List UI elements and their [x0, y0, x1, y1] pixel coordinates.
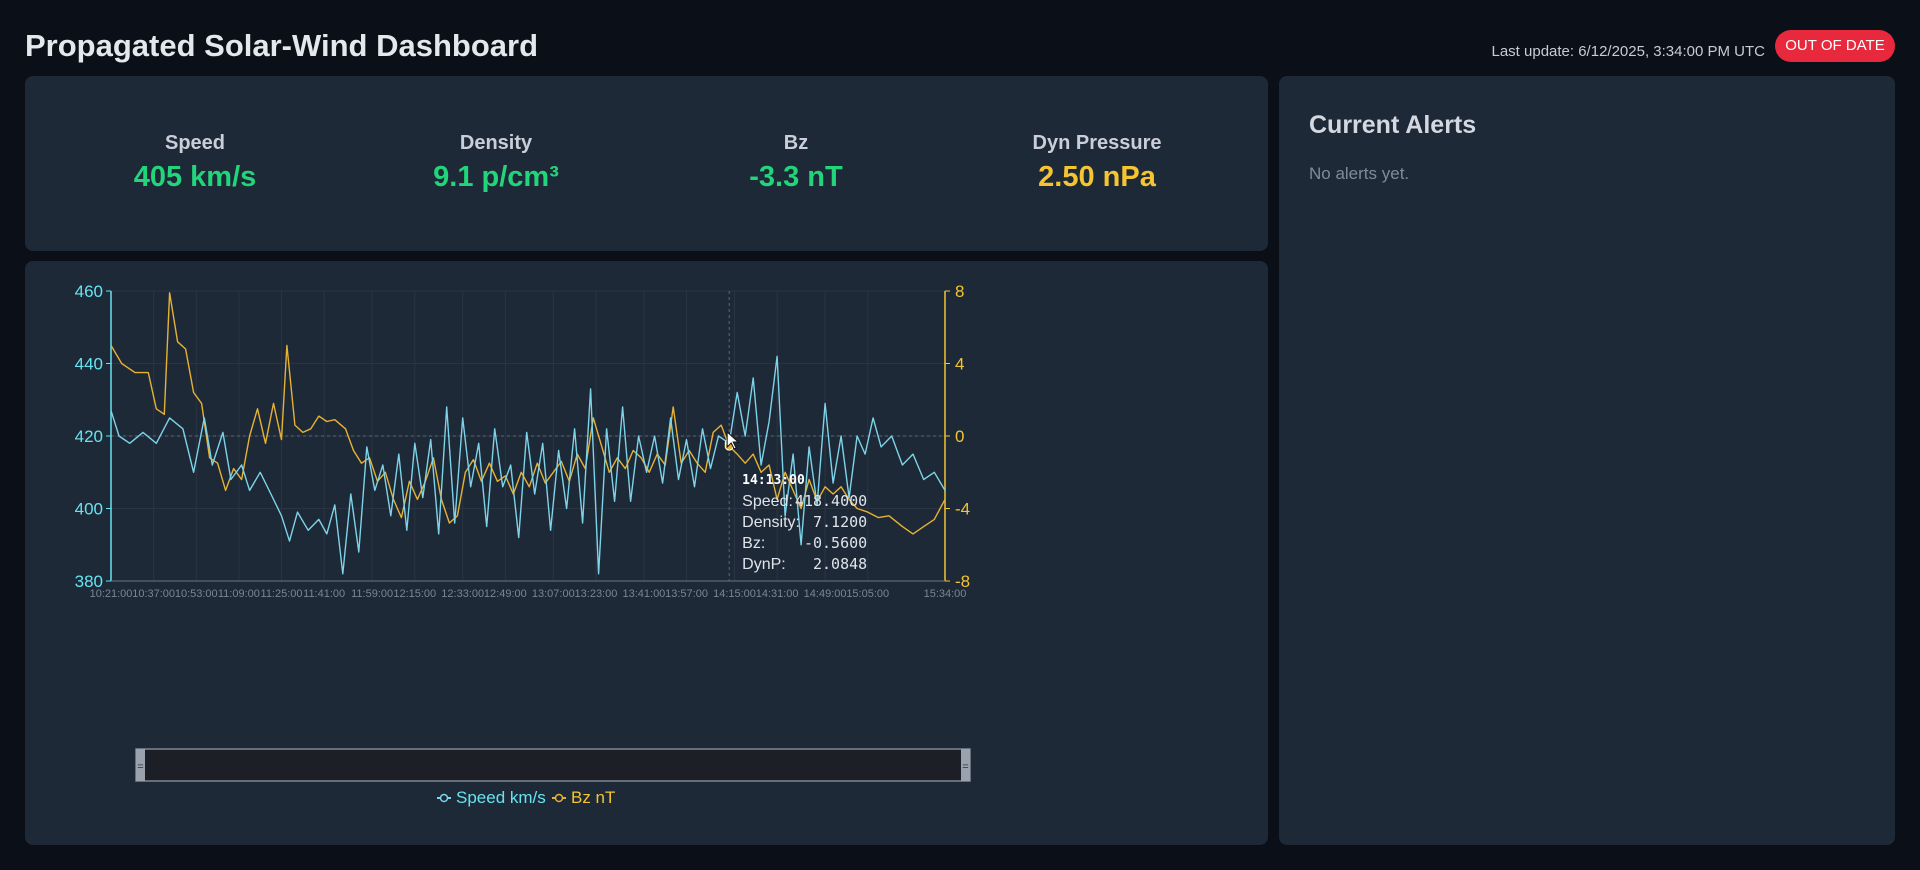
speed-axis-tick-label: 440 [75, 355, 103, 374]
legend-speed-label: Speed km/s [456, 788, 546, 807]
x-axis-tick-label: 13:41:00 [622, 588, 665, 600]
x-axis-tick-label: 14:15:00 [713, 588, 756, 600]
stat-dyn-pressure: Dyn Pressure 2.50 nPa [977, 132, 1217, 194]
status-badge: OUT OF DATE [1775, 30, 1895, 62]
zoom-slider[interactable]: = = [135, 748, 971, 782]
bz-axis-tick-label: 0 [955, 427, 964, 446]
stats-panel: Speed 405 km/s Density 9.1 p/cm³ Bz -3.3… [25, 76, 1268, 251]
tooltip-time: 14:13:00 [742, 473, 805, 488]
alerts-panel: Current Alerts No alerts yet. [1279, 76, 1895, 845]
x-axis-tick-label: 15:34:00 [924, 588, 967, 600]
chart-series [110, 292, 946, 575]
x-axis-tick-label: 12:49:00 [484, 588, 527, 600]
stat-bz-value: -3.3 nT [749, 161, 843, 193]
zoom-slider-track[interactable] [135, 748, 971, 782]
legend-marker-icon [554, 793, 564, 803]
alerts-empty-text: No alerts yet. [1309, 164, 1410, 183]
stat-dyn-pressure-label: Dyn Pressure [1032, 132, 1162, 154]
speed-axis-tick-label: 400 [75, 500, 103, 519]
speed-axis-tick-label: 420 [75, 427, 103, 446]
dashboard-page: Propagated Solar-Wind Dashboard Last upd… [0, 0, 1920, 870]
stat-speed-label: Speed [164, 132, 226, 154]
x-axis-tick-label: 11:25:00 [261, 588, 303, 600]
tooltip-speed-label: Speed: [742, 493, 793, 510]
x-axis-tick-label: 14:31:00 [756, 588, 799, 600]
legend-marker-icon [439, 793, 449, 803]
tooltip-density-label: Density: [742, 514, 800, 531]
x-axis-tick-label: 12:33:00 [441, 588, 484, 600]
x-axis-tick-label: 14:49:00 [804, 588, 847, 600]
stat-density-value: 9.1 p/cm³ [433, 161, 559, 193]
bz-axis-tick-label: -4 [955, 500, 970, 519]
stat-density-label: Density [459, 132, 533, 154]
x-axis-tick-label: 12:15:00 [393, 588, 436, 600]
x-axis-tick-label: 15:05:00 [846, 588, 889, 600]
tooltip-dynp-label: DynP: [742, 556, 786, 573]
legend-item-bz[interactable]: Bz nT [552, 788, 615, 807]
alerts-title: Current Alerts [1309, 111, 1477, 139]
stat-bz-label: Bz [783, 132, 809, 154]
x-axis-tick-label: 13:07:00 [532, 588, 575, 600]
tooltip-density-value: 7.1200 [813, 513, 867, 531]
tooltip-bz-value: -0.5600 [804, 534, 867, 552]
chart-axes: 380400420440460-8-404810:21:00 10:37:00 10… [75, 282, 971, 600]
stat-dyn-pressure-value: 2.50 nPa [1038, 161, 1156, 193]
grip-icon: = [137, 761, 143, 773]
stat-bz: Bz -3.3 nT [676, 132, 916, 194]
last-update-text: Last update: 6/12/2025, 3:34:00 PM UTC [1491, 43, 1765, 60]
x-axis-tick-label: 13:57:00 [665, 588, 708, 600]
tooltip-speed-value: 418.4000 [795, 492, 867, 510]
grip-icon: = [962, 761, 968, 773]
tooltip-dynp-value: 2.0848 [813, 555, 867, 573]
tooltip-bz-label: Bz: [742, 535, 765, 552]
chart-panel: 380 400 420 440 460 -8 -4 0 4 8 10:21:00 10:37:00 10… [25, 261, 1268, 845]
x-axis-tick-label: 11:09:00 [218, 588, 260, 600]
x-axis-tick-label: 11:41:00 [303, 588, 345, 600]
speed-axis-tick-label: 460 [75, 282, 103, 301]
chart-legend: Speed km/s Bz nT [437, 788, 615, 807]
legend-item-speed[interactable]: Speed km/s [437, 788, 546, 807]
stat-density: Density 9.1 p/cm³ [376, 132, 616, 194]
x-axis-tick-label: 10:37:00 [132, 588, 175, 600]
x-axis-tick-label: 10:21:00 [90, 588, 133, 600]
x-axis-tick-label: 13:23:00 [575, 588, 618, 600]
bz-axis-tick-label: 8 [955, 282, 964, 301]
legend-bz-label: Bz nT [571, 788, 615, 807]
stat-speed: Speed 405 km/s [75, 132, 315, 194]
stat-speed-value: 405 km/s [133, 161, 257, 193]
solar-wind-chart[interactable]: 380400420440460-8-404810:21:00 10:37:00 10… [25, 261, 1268, 845]
x-axis-tick-label: 11:59:00 [351, 588, 393, 600]
x-axis-tick-label: 10:53:00 [175, 588, 218, 600]
bz-axis-tick-label: 4 [955, 355, 964, 374]
page-title: Propagated Solar-Wind Dashboard [25, 28, 538, 63]
